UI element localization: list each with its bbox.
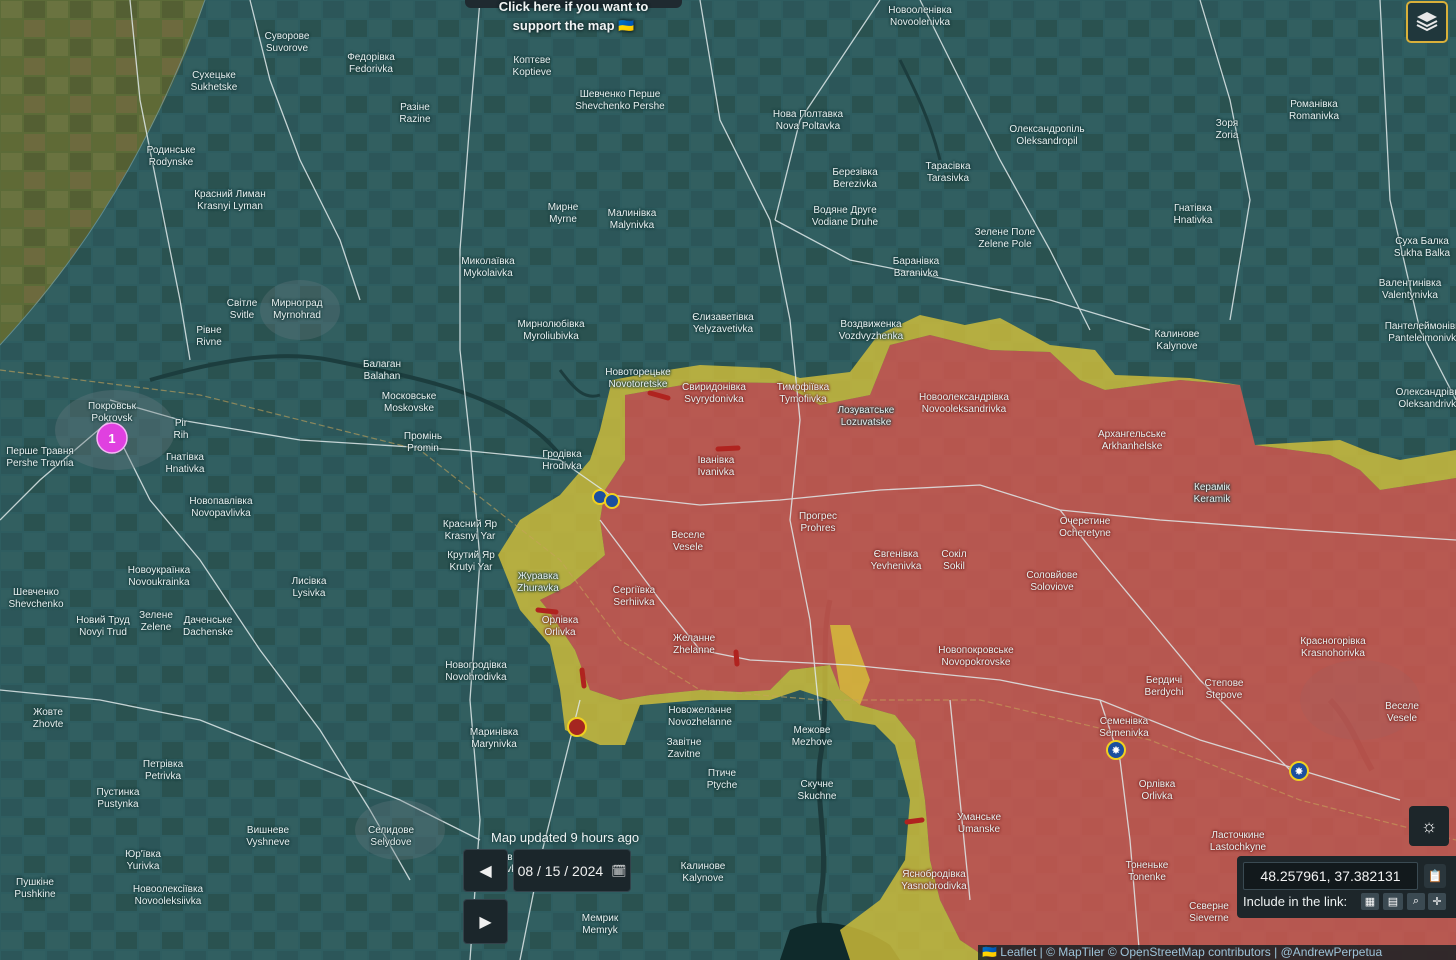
- calendar-icon: ▦: [1364, 896, 1376, 908]
- chevron-left-icon: ◀: [479, 862, 492, 880]
- support-line-1: Click here if you want to: [498, 0, 649, 14]
- layers-icon: [1416, 12, 1438, 32]
- map-icon: ▤: [1387, 896, 1399, 908]
- svg-text:1: 1: [108, 431, 115, 446]
- include-date-toggle[interactable]: ▦: [1361, 893, 1379, 910]
- play-icon: ▶: [479, 913, 492, 931]
- numbered-marker[interactable]: 1: [96, 422, 128, 454]
- city-area-krasnohorivka: [1300, 660, 1420, 740]
- layers-button[interactable]: [1406, 1, 1448, 43]
- play-button[interactable]: ▶: [463, 899, 508, 944]
- map-canvas[interactable]: 1 ✸ ✸: [0, 0, 1456, 960]
- author-link[interactable]: @AndrewPerpetua: [1281, 945, 1383, 959]
- tiles-attribution-link[interactable]: © MapTiler © OpenStreetMap contributors: [1046, 945, 1271, 959]
- sun-icon: ☼: [1420, 815, 1438, 836]
- include-layer-toggle[interactable]: ▤: [1383, 893, 1403, 910]
- svg-text:✸: ✸: [1294, 765, 1303, 778]
- copy-coordinates-button[interactable]: 📋: [1424, 864, 1446, 888]
- svg-text:✸: ✸: [1111, 744, 1120, 757]
- date-input[interactable]: 08 / 15 / 2024 🗓: [513, 849, 631, 892]
- support-link[interactable]: Click here if you want to support the ma…: [465, 0, 682, 35]
- city-area-selydove: [355, 800, 445, 860]
- city-area-myrnohrad: [260, 280, 340, 340]
- coordinates-field[interactable]: 48.257961, 37.382131: [1243, 862, 1418, 890]
- theme-toggle-button[interactable]: ☼: [1409, 806, 1449, 846]
- support-line-2: support the map 🇺🇦: [512, 18, 635, 33]
- star-marker[interactable]: ✸: [1106, 740, 1126, 760]
- attribution-bar: 🇺🇦 Leaflet | © MapTiler © OpenStreetMap …: [978, 945, 1456, 960]
- map-updated-text: Map updated 9 hours ago: [491, 830, 640, 845]
- calendar-icon[interactable]: 🗓: [611, 864, 626, 878]
- date-value: 08 / 15 / 2024: [517, 862, 604, 879]
- include-position-toggle[interactable]: ✛: [1428, 893, 1446, 910]
- previous-date-button[interactable]: ◀: [463, 849, 508, 892]
- magnifier-icon: ⌕: [1412, 895, 1420, 907]
- leaflet-link[interactable]: 🇺🇦 Leaflet: [982, 945, 1036, 959]
- include-in-link-label: Include in the link:: [1243, 894, 1348, 909]
- attribution-separator: |: [1036, 945, 1047, 959]
- crosshair-icon: ✛: [1432, 896, 1442, 908]
- include-zoom-toggle[interactable]: ⌕: [1407, 893, 1425, 910]
- attribution-separator: |: [1270, 945, 1281, 959]
- clipboard-icon: 📋: [1427, 869, 1443, 883]
- captured-unit-icon[interactable]: [567, 717, 587, 737]
- star-marker[interactable]: ✸: [1289, 761, 1309, 781]
